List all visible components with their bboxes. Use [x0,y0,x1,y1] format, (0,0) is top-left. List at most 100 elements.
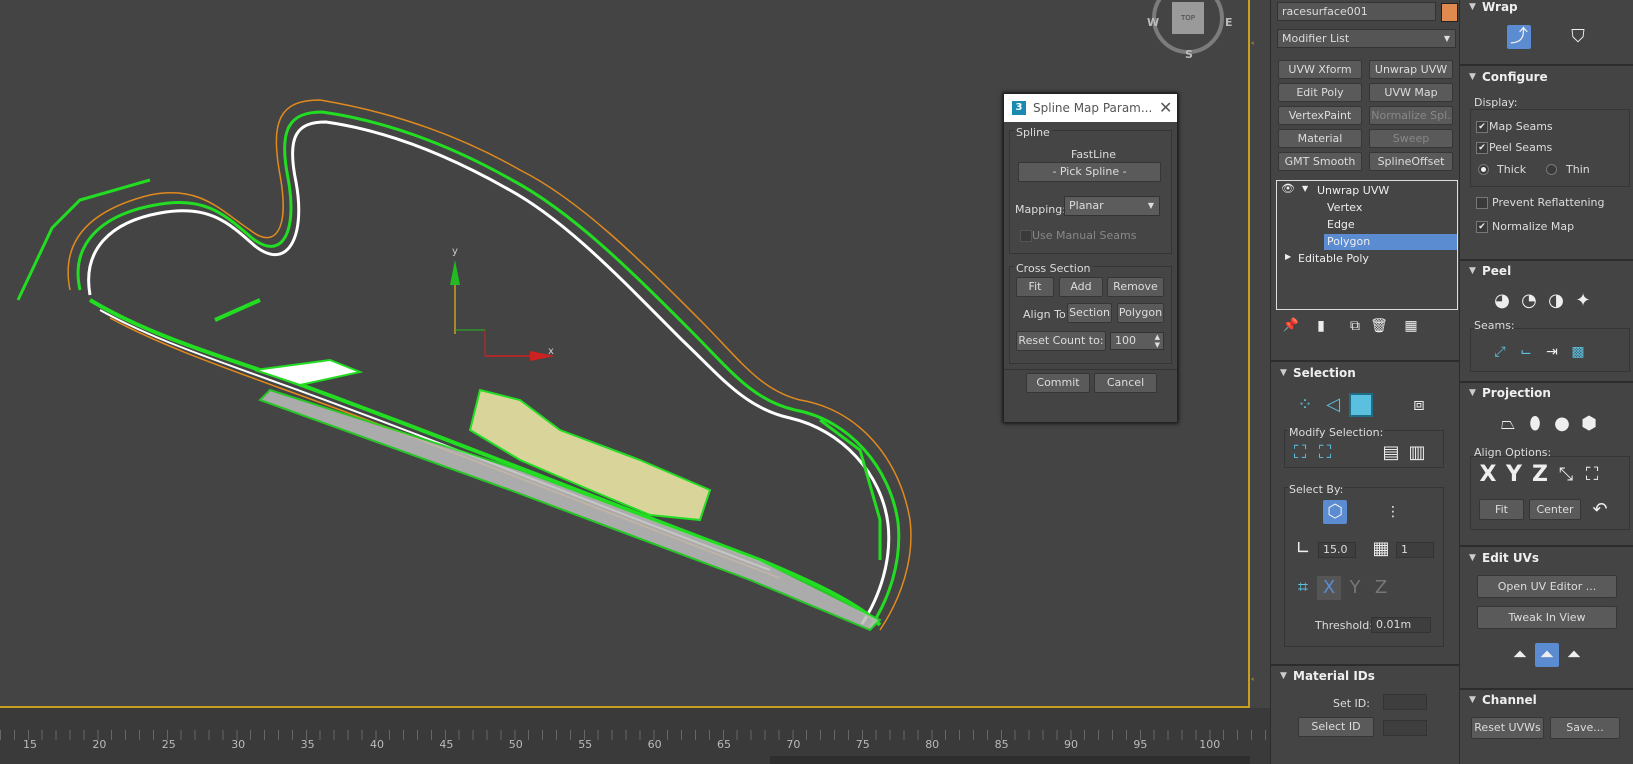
stack-item-edge[interactable]: Edge [1277,217,1457,233]
angle-spinner[interactable]: 15.0 [1318,542,1356,558]
normalize-map-checkbox[interactable]: ✔ [1476,221,1488,233]
expand-seam-icon[interactable]: ⇥ [1540,340,1564,364]
dialog-titlebar[interactable]: 3 Spline Map Param... ✕ [1004,94,1177,122]
section-button[interactable]: Section [1067,303,1112,323]
count-spinner[interactable]: 1 [1396,542,1434,558]
set-id-spinner[interactable] [1383,694,1427,710]
expand-arrow-icon[interactable]: ▼ [1302,184,1308,193]
modifier-button-gmt-smooth[interactable]: GMT Smooth [1278,152,1362,171]
viewcube-top-face[interactable]: TOP [1172,2,1204,34]
eye-icon[interactable]: 👁 [1281,182,1295,195]
modifier-button-sweep[interactable]: Sweep [1369,129,1453,148]
quick-planar-options-icon[interactable]: ⏶ [1562,643,1586,667]
peel-seams-checkbox[interactable]: ✔ [1476,142,1488,154]
object-name-field[interactable]: racesurface001 [1277,2,1436,21]
projection-rollout-header[interactable]: ▼ Projection [1460,384,1633,404]
modifier-button-splineoffset[interactable]: SplineOffset [1369,152,1453,171]
x-axis-toggle-icon[interactable]: X [1317,576,1341,600]
pelt-map-icon[interactable]: ✦ [1571,289,1595,313]
mapping-dropdown[interactable]: Planar ▼ [1064,196,1160,216]
configure-rollout-header[interactable]: ▼ Configure [1460,68,1633,88]
seams-to-edge-sel-icon[interactable]: ▩ [1566,340,1590,364]
grow-selection-icon[interactable]: ⛶ [1288,441,1312,465]
box-map-icon[interactable]: ⬢ [1577,412,1601,436]
reset-icon[interactable]: ↶ [1588,498,1612,522]
channel-rollout-header[interactable]: ▼ Channel [1460,691,1633,711]
ring-selection-icon[interactable]: ▥ [1405,441,1429,465]
tweak-in-view-button[interactable]: Tweak In View [1477,606,1617,629]
loop-selection-icon[interactable]: ▤ [1379,441,1403,465]
reset-peel-icon[interactable]: ◑ [1544,289,1568,313]
threshold-spinner[interactable]: 0.01m [1371,617,1431,633]
element-select-icon[interactable]: ⧈ [1407,393,1431,417]
modifier-stack[interactable]: 👁 ▼ Unwrap UVW Vertex Edge Polygon ▶ Edi… [1276,180,1458,310]
peel-rollout-header[interactable]: ▼ Peel [1460,262,1633,282]
spherical-map-icon[interactable]: ● [1550,412,1574,436]
modifier-button-uvw-xform[interactable]: UVW Xform [1278,60,1362,79]
best-align-icon[interactable]: ⤡ [1554,463,1578,487]
stack-item-polygon[interactable]: Polygon [1324,234,1457,250]
configure-sets-icon[interactable]: ▦ [1399,314,1423,338]
planar-map-icon[interactable]: ⏢ [1496,412,1520,436]
commit-button[interactable]: Commit [1026,373,1090,393]
modifier-button-unwrap-uvw[interactable]: Unwrap UVW [1369,60,1453,79]
reset-uvws-button[interactable]: Reset UVWs [1471,717,1544,739]
z-axis-toggle-icon[interactable]: Z [1369,576,1393,600]
open-uv-editor-button[interactable]: Open UV Editor ... [1477,575,1617,598]
selection-rollout-header[interactable]: ▼ Selection [1271,364,1460,384]
planar-grid-icon[interactable]: ▦ [1369,537,1393,561]
angle-icon[interactable]: ∟ [1291,537,1315,561]
show-end-result-icon[interactable]: ▮ [1309,314,1333,338]
point-to-point-seam-icon[interactable]: ⤢ [1488,340,1512,364]
pick-spline-button[interactable]: - Pick Spline - [1018,162,1161,182]
align-z-button[interactable]: Z [1528,463,1552,487]
center-projection-button[interactable]: Center [1529,499,1581,520]
select-id-spinner[interactable] [1383,720,1427,736]
reset-count-button[interactable]: Reset Count to: [1016,331,1106,351]
quick-planar-view-icon[interactable]: ⏶ [1535,643,1559,667]
thick-radio[interactable] [1478,164,1489,175]
make-unique-icon[interactable]: ⧉ [1343,314,1367,338]
align-to-view-icon[interactable]: ⛶ [1580,463,1604,487]
wrap-box-icon[interactable]: ⛉ [1566,25,1590,49]
polygon-button[interactable]: Polygon [1117,303,1164,323]
timeline-controls[interactable] [770,756,1250,764]
peel-mode-icon[interactable]: ◔ [1517,289,1541,313]
object-color-swatch[interactable] [1441,3,1458,22]
vertex-select-icon[interactable]: ⁘ [1293,393,1317,417]
modifier-button-uvw-map[interactable]: UVW Map [1369,83,1453,102]
polygon-select-icon[interactable] [1349,393,1373,417]
modifier-button-normalize-spl[interactable]: Normalize Spl. [1369,106,1453,125]
save-button[interactable]: Save... [1550,717,1620,739]
reset-count-spinner[interactable]: 100 ▲ ▼ [1110,332,1164,350]
timeline-ruler[interactable] [0,730,1270,740]
edge-sel-to-seam-icon[interactable]: ⌙ [1514,340,1538,364]
close-icon[interactable]: ✕ [1159,98,1172,117]
edge-select-icon[interactable]: ◁ [1321,393,1345,417]
pin-stack-icon[interactable]: 📌 [1279,314,1303,338]
y-axis-toggle-icon[interactable]: Y [1343,576,1367,600]
cancel-button[interactable]: Cancel [1094,373,1157,393]
material-ids-rollout-header[interactable]: ▼ Material IDs [1271,667,1460,687]
shrink-selection-icon[interactable]: ⛶ [1313,441,1337,465]
use-manual-seams-checkbox[interactable] [1020,230,1032,242]
modifier-button-vertexpaint[interactable]: VertexPaint [1278,106,1362,125]
wrap-rollout-header[interactable]: ▼ Wrap [1460,0,1633,18]
remove-button[interactable]: Remove [1107,277,1164,297]
stack-item-vertex[interactable]: Vertex [1277,200,1457,216]
align-y-button[interactable]: Y [1502,463,1526,487]
spline-wrap-icon[interactable]: ⤴ [1507,25,1531,49]
stack-item-unwrap-uvw[interactable]: 👁 ▼ Unwrap UVW [1277,182,1457,199]
quick-peel-icon[interactable]: ◕ [1490,289,1514,313]
thin-radio[interactable] [1546,164,1557,175]
trash-icon[interactable]: 🗑 [1367,314,1391,338]
stack-item-editable-poly[interactable]: ▶ Editable Poly [1277,251,1457,267]
modifier-button-edit-poly[interactable]: Edit Poly [1278,83,1362,102]
modifier-list-dropdown[interactable]: Modifier List ▼ [1277,29,1456,48]
cylindrical-map-icon[interactable]: ⬮ [1523,412,1547,436]
select-by-element-icon[interactable]: ⬡ [1323,500,1347,524]
select-overlap-icon[interactable]: ⌗ [1291,576,1315,600]
select-id-button[interactable]: Select ID [1298,717,1374,737]
fit-button[interactable]: Fit [1016,277,1054,297]
modifier-button-material[interactable]: Material [1278,129,1362,148]
